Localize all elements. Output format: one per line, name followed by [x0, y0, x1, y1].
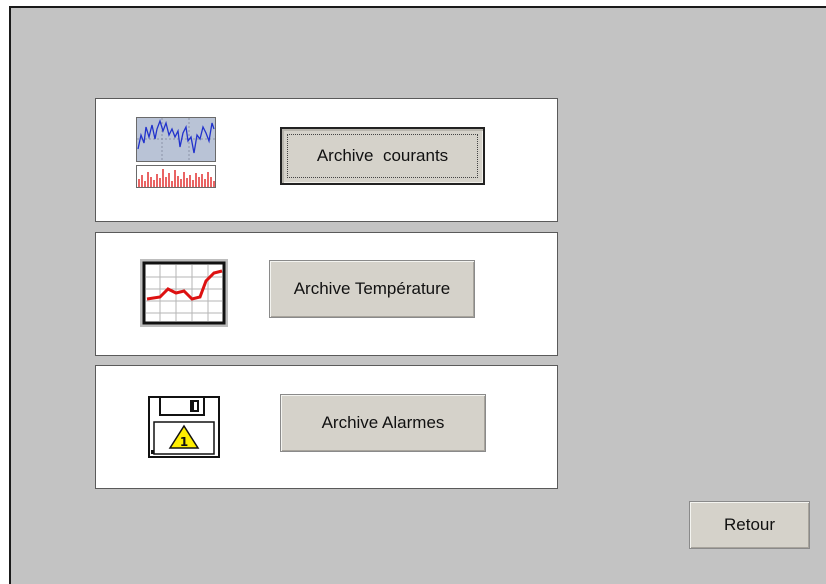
archive-courants-label: Archive courants: [316, 146, 449, 165]
alarm-floppy-disk-icon: 1: [148, 396, 220, 463]
temperature-trend-chart-icon: [140, 259, 228, 332]
svg-text:1: 1: [180, 435, 188, 449]
archive-temperature-label: Archive Température: [293, 279, 451, 298]
panel-archive-courants: Archive courants: [95, 98, 558, 222]
panel-archive-temperature: Archive Température: [95, 232, 558, 356]
archive-menu-screen: Archive courants Archive Température 1 A…: [9, 6, 826, 584]
retour-label: Retour: [723, 515, 776, 534]
archive-courants-button[interactable]: Archive courants: [280, 127, 485, 185]
current-archive-chart-icon: [136, 117, 216, 194]
panel-archive-alarmes: 1 Archive Alarmes: [95, 365, 558, 489]
archive-alarmes-button[interactable]: Archive Alarmes: [280, 394, 486, 452]
archive-temperature-button[interactable]: Archive Température: [269, 260, 475, 318]
archive-alarmes-label: Archive Alarmes: [321, 413, 445, 432]
retour-button[interactable]: Retour: [689, 501, 810, 549]
